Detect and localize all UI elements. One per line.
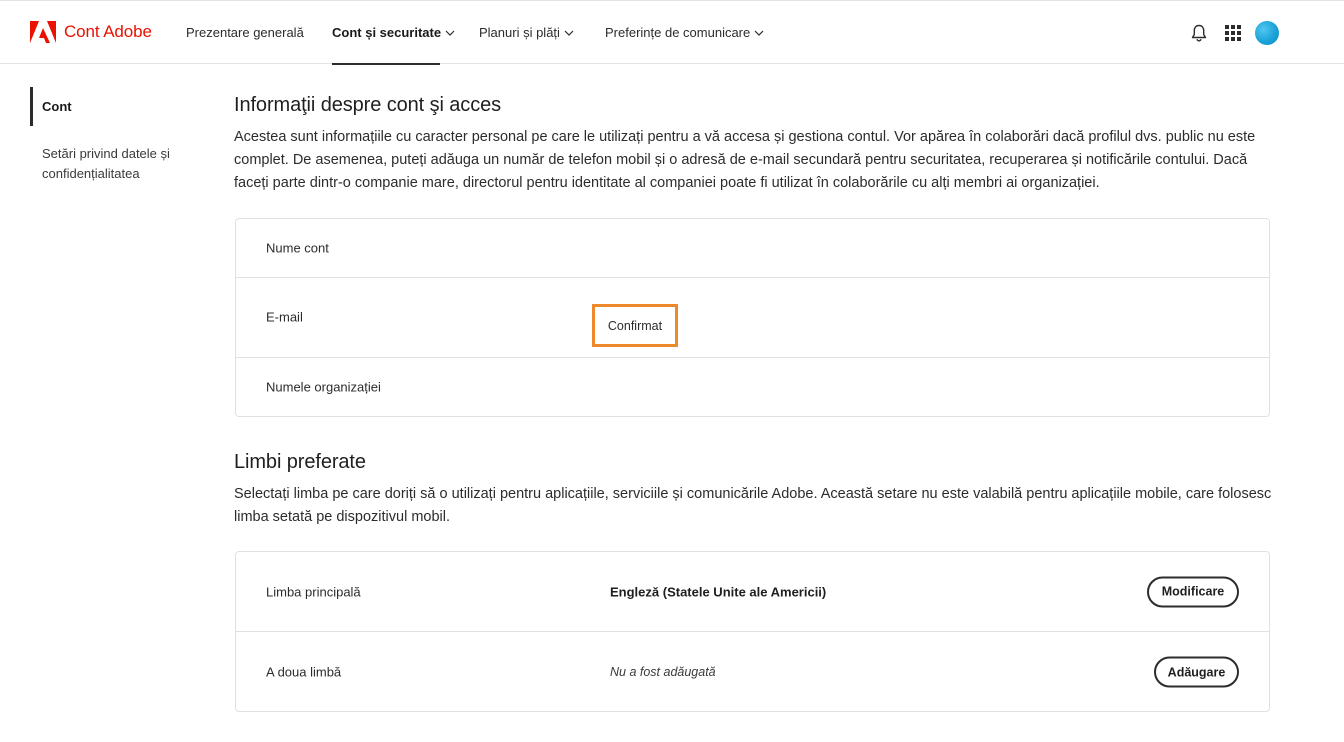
organization-name-row: Numele organizației <box>236 358 1269 416</box>
adobe-logo-icon <box>30 21 56 43</box>
account-info-card: Nume cont E-mail Confirmat Numele organi… <box>235 218 1270 417</box>
avatar[interactable] <box>1255 21 1279 45</box>
modify-language-button[interactable]: Modificare <box>1147 576 1239 607</box>
account-section-description: Acestea sunt informațiile cu caracter pe… <box>234 129 1256 191</box>
nav-communication-preferences[interactable]: Preferințe de comunicare <box>605 1 764 64</box>
bell-icon[interactable] <box>1188 22 1210 44</box>
adobe-home-link[interactable]: Cont Adobe <box>30 21 152 43</box>
row-label: Nume cont <box>266 240 329 256</box>
row-label: Limba principală <box>266 584 361 599</box>
secondary-language-row: A doua limbă Nu a fost adăugată Adăugare <box>236 632 1269 712</box>
secondary-language-value: Nu a fost adăugată <box>610 665 716 679</box>
language-card: Limba principală Engleză (Statele Unite … <box>235 551 1270 712</box>
nav-plans-payments[interactable]: Planuri și plăți <box>479 1 574 64</box>
confirmed-badge: Confirmat <box>592 304 678 347</box>
account-name-row: Nume cont <box>236 219 1269 278</box>
brand-name: Cont Adobe <box>64 22 152 41</box>
primary-language-value: Engleză (Statele Unite ale Americii) <box>610 584 827 599</box>
email-row: E-mail Confirmat <box>236 278 1269 358</box>
nav-plans-payments-label: Planuri și plăți <box>479 25 560 40</box>
language-section-title: Limbi preferate <box>234 451 366 473</box>
chevron-down-icon <box>445 30 455 36</box>
nav-overview-label: Prezentare generală <box>186 25 304 40</box>
account-section-title: Informaţii despre cont şi acces <box>234 94 502 116</box>
row-label: A doua limbă <box>266 664 342 680</box>
nav-overview[interactable]: Prezentare generală <box>186 1 304 64</box>
sidebar-item-data-privacy[interactable]: Setări privind datele și confidențialita… <box>30 144 190 184</box>
row-label: Numele organizației <box>266 379 381 395</box>
apps-grid-icon[interactable] <box>1222 22 1244 44</box>
add-language-button[interactable]: Adăugare <box>1154 656 1239 688</box>
chevron-down-icon <box>564 30 574 36</box>
nav-account-security[interactable]: Cont și securitate <box>332 1 455 65</box>
nav-communication-preferences-label: Preferințe de comunicare <box>605 25 751 40</box>
language-section-description: Selectați limba pe care doriți să o util… <box>234 486 1272 525</box>
sidebar-item-account[interactable]: Cont <box>30 87 170 126</box>
chevron-down-icon <box>754 30 764 36</box>
primary-language-row: Limba principală Engleză (Statele Unite … <box>236 552 1269 632</box>
sidebar-item-label: Cont <box>42 98 72 114</box>
nav-account-security-label: Cont și securitate <box>332 25 442 40</box>
sidebar-item-label: Setări privind datele și confidențialita… <box>42 146 170 181</box>
top-navigation-bar: Cont Adobe Prezentare generală Cont și s… <box>0 0 1344 65</box>
row-label: E-mail <box>266 309 303 325</box>
